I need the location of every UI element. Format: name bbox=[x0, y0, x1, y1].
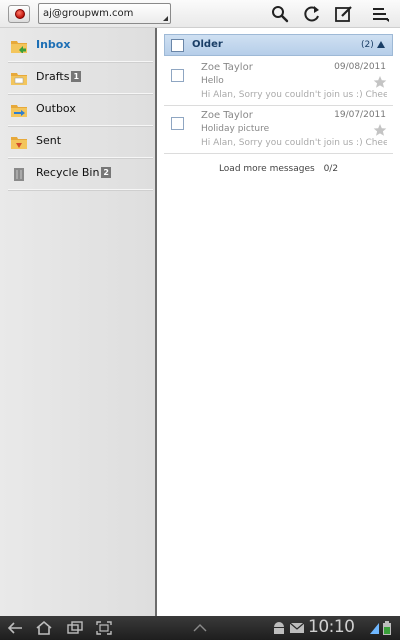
refresh-icon[interactable] bbox=[302, 4, 322, 24]
folder-sidebar: Inbox Drafts 1 Outbox Sent Recycle Bin 2 bbox=[0, 28, 157, 616]
message-checkbox[interactable] bbox=[171, 69, 184, 82]
message-subject: Holiday picture bbox=[201, 124, 270, 134]
email-notification-icon bbox=[289, 622, 305, 633]
sidebar-item-recycle-bin[interactable]: Recycle Bin 2 bbox=[8, 158, 153, 190]
outbox-folder-icon bbox=[11, 105, 27, 117]
drafts-folder-icon bbox=[11, 73, 27, 85]
action-bar: aj@groupwm.com bbox=[0, 0, 400, 28]
list-item[interactable]: Zoe Taylor 19/07/2011 Holiday picture Hi… bbox=[164, 106, 393, 154]
menu-icon[interactable] bbox=[371, 4, 391, 24]
sidebar-item-label: Recycle Bin bbox=[36, 166, 100, 179]
android-debug-icon bbox=[274, 622, 284, 634]
search-icon[interactable] bbox=[270, 4, 290, 24]
star-icon[interactable] bbox=[373, 123, 387, 137]
battery-icon bbox=[383, 621, 391, 635]
sidebar-item-label: Inbox bbox=[36, 38, 71, 51]
sidebar-item-label: Outbox bbox=[36, 102, 76, 115]
group-header-older[interactable]: Older (2) bbox=[164, 34, 393, 56]
message-subject: Hello bbox=[201, 76, 224, 86]
message-date: 19/07/2011 bbox=[334, 110, 386, 120]
message-date: 09/08/2011 bbox=[334, 62, 386, 72]
screenshot-icon[interactable] bbox=[95, 620, 113, 636]
email-app-icon[interactable] bbox=[8, 5, 30, 23]
load-more-label: Load more messages bbox=[218, 164, 315, 174]
list-item[interactable]: Zoe Taylor 09/08/2011 Hello Hi Alan, Sor… bbox=[164, 58, 393, 106]
sidebar-item-sent[interactable]: Sent bbox=[8, 126, 153, 158]
sidebar-item-label: Drafts bbox=[36, 70, 70, 83]
sent-folder-icon bbox=[11, 137, 27, 149]
message-preview: Hi Alan, Sorry you couldn't join us :) C… bbox=[201, 90, 387, 100]
group-title: Older bbox=[192, 39, 223, 50]
sidebar-item-inbox[interactable]: Inbox bbox=[8, 30, 153, 62]
back-icon[interactable] bbox=[6, 620, 24, 636]
sidebar-item-outbox[interactable]: Outbox bbox=[8, 94, 153, 126]
compose-icon[interactable] bbox=[334, 4, 354, 24]
status-clock: 10:10 bbox=[308, 617, 355, 637]
message-sender: Zoe Taylor bbox=[201, 110, 253, 121]
star-icon[interactable] bbox=[373, 75, 387, 89]
item-count-badge: 2 bbox=[101, 167, 111, 178]
message-sender: Zoe Taylor bbox=[201, 62, 253, 73]
recycle-bin-icon bbox=[14, 168, 24, 181]
sidebar-item-drafts[interactable]: Drafts 1 bbox=[8, 62, 153, 94]
unread-count-badge: 1 bbox=[71, 71, 82, 82]
inbox-folder-icon bbox=[11, 41, 27, 53]
system-navigation-bar: 10:10 bbox=[0, 616, 400, 640]
select-all-checkbox[interactable] bbox=[171, 39, 184, 52]
dropdown-corner-icon bbox=[163, 16, 168, 21]
group-count: (2) bbox=[361, 40, 374, 50]
message-checkbox[interactable] bbox=[171, 117, 184, 130]
sidebar-item-label: Sent bbox=[36, 134, 62, 147]
wifi-signal-icon bbox=[370, 623, 379, 634]
recent-apps-icon[interactable] bbox=[66, 620, 84, 636]
message-preview: Hi Alan, Sorry you couldn't join us :) C… bbox=[201, 138, 387, 148]
account-email: aj@groupwm.com bbox=[43, 8, 134, 19]
account-selector[interactable]: aj@groupwm.com bbox=[38, 3, 171, 24]
sidebar-item-label-wrap: Recycle Bin 2 bbox=[36, 166, 111, 179]
load-more-messages[interactable]: Load more messages 0/2 bbox=[164, 164, 393, 174]
collapse-arrow-icon[interactable] bbox=[377, 41, 385, 48]
chevron-up-icon[interactable] bbox=[191, 620, 209, 636]
load-more-count: 0/2 bbox=[323, 164, 339, 174]
home-icon[interactable] bbox=[35, 620, 53, 636]
sidebar-item-label-wrap: Drafts 1 bbox=[36, 70, 82, 83]
